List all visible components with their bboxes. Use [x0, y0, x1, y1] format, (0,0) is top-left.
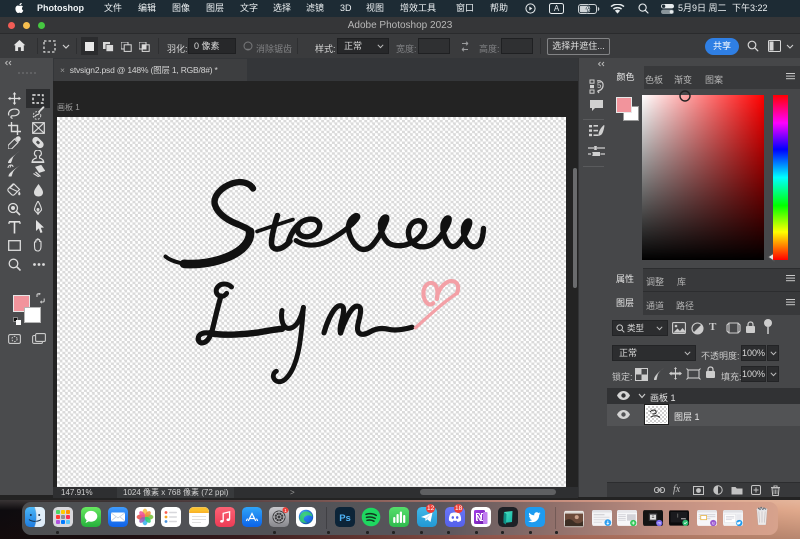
svg-text:m: m: [658, 521, 662, 526]
svg-text:Ps: Ps: [339, 513, 351, 524]
svg-text:5: 5: [597, 81, 602, 90]
svg-text:A: A: [554, 4, 560, 13]
svg-text:N: N: [475, 513, 481, 523]
